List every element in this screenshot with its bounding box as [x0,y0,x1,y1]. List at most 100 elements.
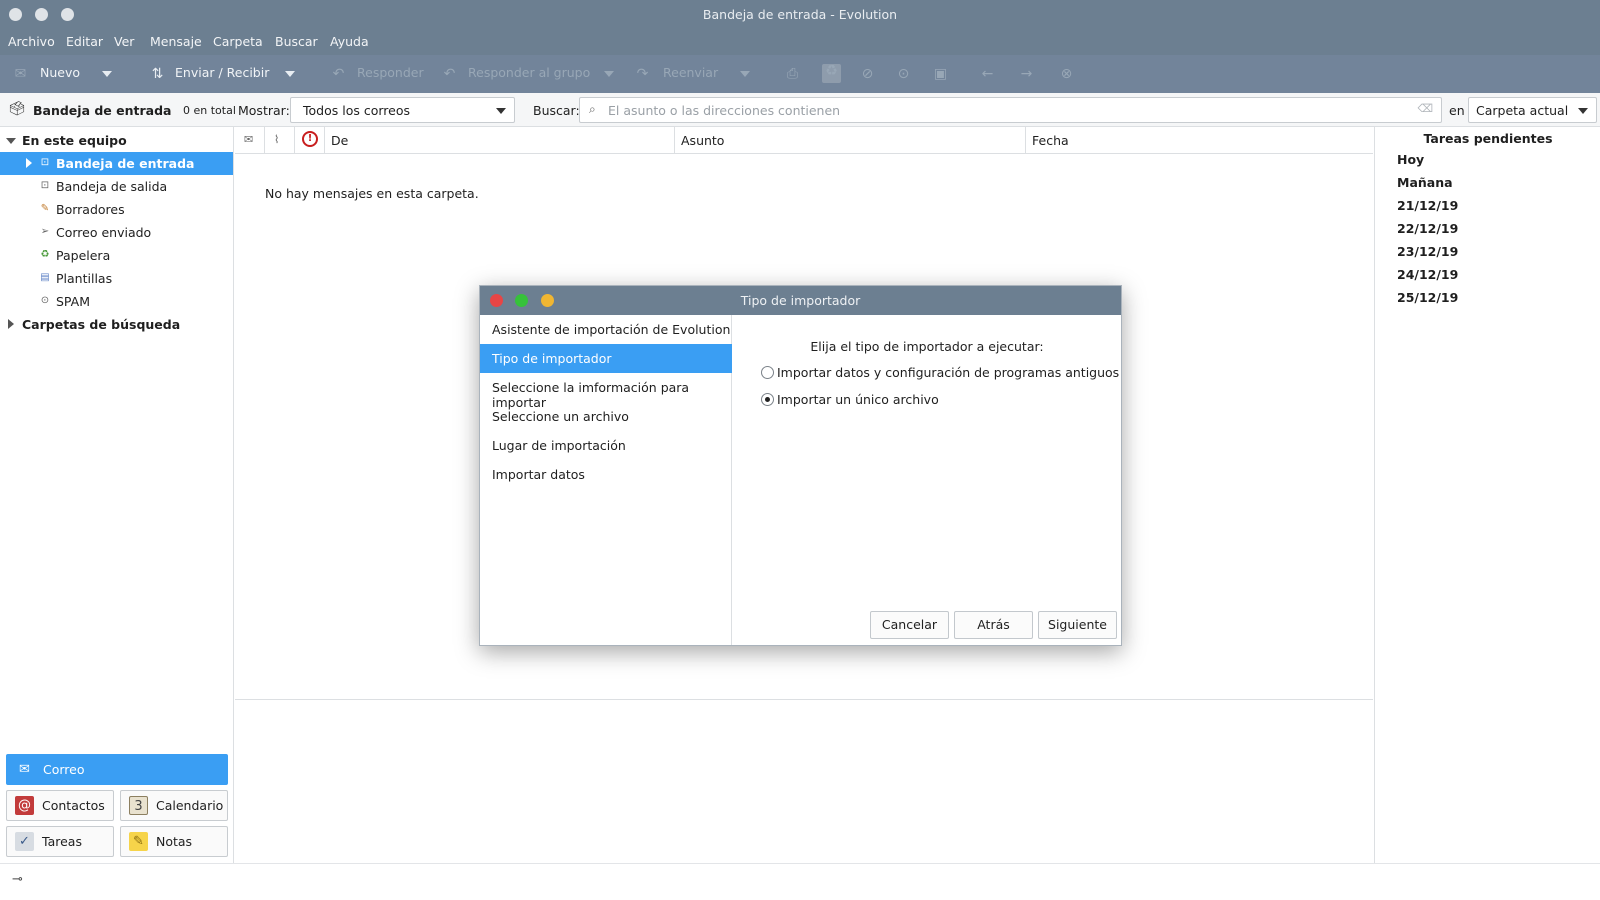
sidebar-item-spam[interactable]: ⊙ SPAM [0,290,233,313]
sidebar-item-label: SPAM [56,294,91,309]
menu-editar[interactable]: Editar [66,34,103,49]
menu-ver[interactable]: Ver [114,34,134,49]
sidebar-item-label: Correo enviado [56,225,152,240]
switch-mail-label: Correo [43,762,85,777]
print-icon[interactable]: ⎙ [785,67,800,81]
reply-button[interactable]: Responder [357,65,424,80]
expander-open-icon[interactable] [6,138,16,144]
task-day[interactable]: 21/12/19 [1397,198,1458,213]
column-date-label: Fecha [1032,133,1069,148]
column-date[interactable]: Fecha [1026,127,1373,154]
reply-group-button[interactable]: Responder al grupo [468,65,590,80]
search-scope-select[interactable]: Carpeta actual [1468,97,1597,123]
paperclip-icon: ⌇ [274,133,280,146]
message-list-header: ✉ ⌇ ! De Asunto Fecha [235,127,1373,154]
chevron-down-icon [496,108,506,114]
delete-icon[interactable]: ♻ [822,64,841,83]
switch-notes-button[interactable]: ✎ Notas [120,826,228,857]
show-filter-select[interactable]: Todos los correos [290,97,515,123]
switch-calendar-label: Calendario [156,798,224,813]
sidebar-item-drafts[interactable]: ✎ Borradores [0,198,233,221]
expander-closed-icon[interactable] [26,158,32,168]
column-status[interactable]: ✉ [235,127,265,154]
menu-ayuda[interactable]: Ayuda [330,34,369,49]
junk-icon[interactable]: ⊘ [860,67,875,81]
tasks-icon: ✓ [15,832,34,851]
column-attachment[interactable]: ⌇ [265,127,295,154]
sidebar-item-templates[interactable]: ▤ Plantillas [0,267,233,290]
step-label: Seleccione un archivo [492,409,629,424]
step-item[interactable]: Importar datos [480,460,732,489]
send-receive-button[interactable]: Enviar / Recibir [175,65,269,80]
task-day[interactable]: 22/12/19 [1397,221,1458,236]
search-bar: 🗳 Bandeja de entrada 0 en total Mostrar:… [0,93,1600,127]
reply-icon: ↶ [332,66,345,82]
switch-contacts-button[interactable]: @ Contactos [6,790,114,821]
menu-mensaje[interactable]: Mensaje [150,34,202,49]
step-item[interactable]: Seleccione la imformación para importar [480,373,732,410]
step-item[interactable]: Asistente de importación de Evolution [480,315,732,344]
task-day[interactable]: 24/12/19 [1397,267,1458,282]
task-day[interactable]: Mañana [1397,175,1453,190]
task-day[interactable]: Hoy [1397,152,1424,167]
search-label: Buscar: [533,103,580,118]
calendar-icon: 3 [129,796,148,815]
search-field[interactable]: ⌕ ⌫ [579,97,1442,123]
status-bar: ⊸ [0,863,1600,900]
switch-mail-button[interactable]: ✉ Correo [6,754,228,785]
search-input[interactable] [608,101,1388,119]
task-day[interactable]: 23/12/19 [1397,244,1458,259]
switch-tasks-button[interactable]: ✓ Tareas [6,826,114,857]
previous-icon[interactable]: ← [980,67,995,81]
new-button[interactable]: Nuevo [40,65,80,80]
step-item[interactable]: Seleccione un archivo [480,402,732,431]
archive-icon[interactable]: ▣ [933,67,948,81]
menu-buscar[interactable]: Buscar [275,34,318,49]
option-label: Importar datos y configuración de progra… [777,365,1120,380]
reply-group-dropdown-arrow[interactable] [604,71,614,77]
column-priority[interactable]: ! [295,127,325,154]
sidebar-item-inbox[interactable]: ⊡ Bandeja de entrada [0,152,233,175]
sidebar-item-label: Papelera [56,248,111,263]
cancel-button[interactable]: Cancelar [870,611,949,639]
step-item-current[interactable]: Tipo de importador [480,344,732,373]
send-receive-icon: ⇅ [151,66,164,82]
forward-button[interactable]: Reenviar [663,65,718,80]
new-dropdown-arrow[interactable] [102,71,112,77]
switch-contacts-label: Contactos [42,798,105,813]
radio-button[interactable] [761,366,774,379]
forward-dropdown-arrow[interactable] [740,71,750,77]
radio-button-checked[interactable] [761,393,774,406]
scope-label: en [1449,103,1465,118]
not-junk-icon[interactable]: ⊙ [896,67,911,81]
step-label: Importar datos [492,467,585,482]
next-button[interactable]: Siguiente [1038,611,1117,639]
show-label: Mostrar: [238,103,290,118]
switch-calendar-button[interactable]: 3 Calendario [120,790,228,821]
back-button[interactable]: Atrás [954,611,1033,639]
sidebar-item-label: Bandeja de salida [56,179,168,194]
tree-group-search-folders[interactable]: Carpetas de búsqueda [0,313,233,336]
next-icon[interactable]: → [1019,67,1034,81]
trash-icon: ♻ [40,249,50,260]
send-receive-dropdown-arrow[interactable] [285,71,295,77]
sidebar-item-trash[interactable]: ♻ Papelera [0,244,233,267]
tree-group-local[interactable]: En este equipo [0,129,233,152]
window-titlebar: Bandeja de entrada - Evolution [0,0,1600,29]
column-subject[interactable]: Asunto [675,127,1026,154]
menu-archivo[interactable]: Archivo [8,34,55,49]
offline-toggle-icon[interactable]: ⊸ [12,872,23,887]
tree-group-local-label: En este equipo [22,133,127,148]
clear-search-icon[interactable]: ⌫ [1417,102,1433,115]
dialog-content: Elija el tipo de importador a ejecutar: … [733,315,1121,645]
sidebar-item-outbox[interactable]: ⊡ Bandeja de salida [0,175,233,198]
step-item[interactable]: Lugar de importación [480,431,732,460]
sidebar-item-sent[interactable]: ➢ Correo enviado [0,221,233,244]
stop-icon[interactable]: ⊗ [1059,67,1074,81]
task-day[interactable]: 25/12/19 [1397,290,1458,305]
menu-carpeta[interactable]: Carpeta [213,34,263,49]
column-from[interactable]: De [325,127,675,154]
importer-prompt: Elija el tipo de importador a ejecutar: [810,339,1044,354]
priority-icon: ! [302,131,318,147]
expander-closed-icon[interactable] [8,319,14,329]
